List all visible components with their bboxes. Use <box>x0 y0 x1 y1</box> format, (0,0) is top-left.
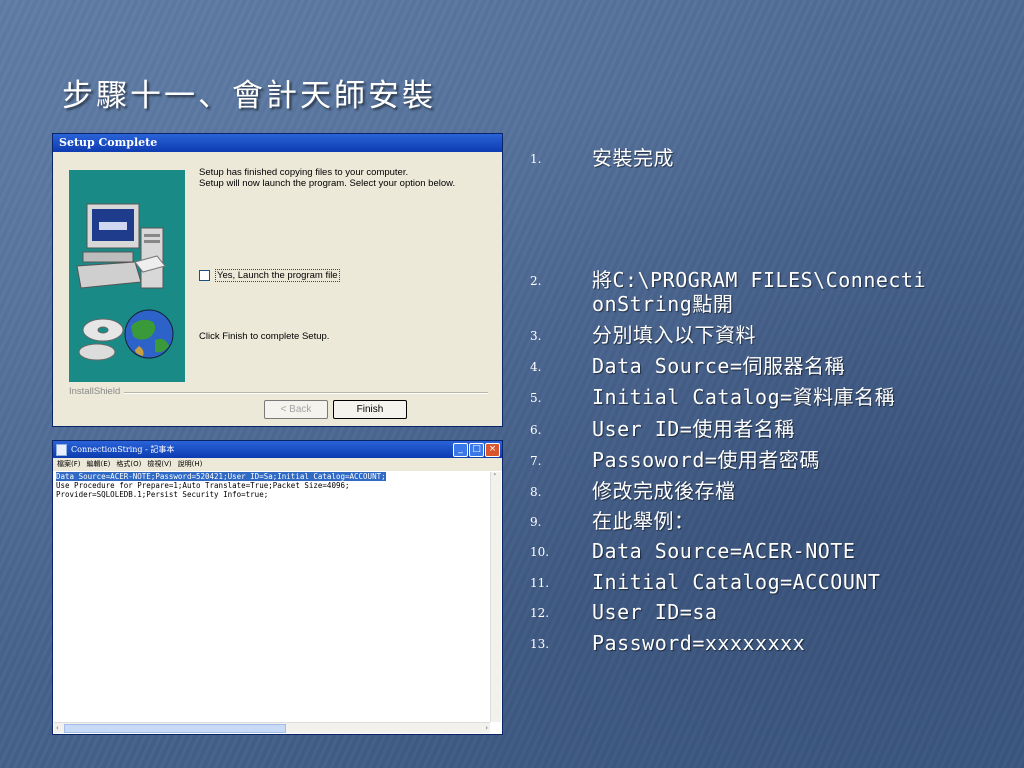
menu-file[interactable]: 檔案(F) <box>57 458 81 471</box>
step-number: 7. <box>530 454 542 468</box>
finish-instruction: Click Finish to complete Setup. <box>199 331 330 342</box>
text-line[interactable]: Provider=SQLOLEDB.1;Persist Security Inf… <box>56 490 489 499</box>
step-item: 1. 安裝完成 <box>530 146 674 170</box>
vertical-scrollbar[interactable]: ˄ <box>490 472 501 722</box>
setup-complete-dialog: Setup Complete Setup has finished copyin… <box>52 133 503 427</box>
step-item: 8. 修改完成後存檔 <box>530 479 736 503</box>
notepad-titlebar[interactable]: ConnectionString - 記事本 _ □ × <box>53 441 502 458</box>
step-number: 10. <box>530 545 550 559</box>
step-text: Passoword=使用者密碼 <box>592 448 820 472</box>
menu-edit[interactable]: 編輯(E) <box>87 458 111 471</box>
step-item: 12. User ID=sa <box>530 600 717 624</box>
close-icon[interactable]: × <box>485 443 500 457</box>
step-item: 5. Initial Catalog=資料庫名稱 <box>530 385 895 409</box>
step-text: Data Source=伺服器名稱 <box>592 354 845 378</box>
step-text: Password=xxxxxxxx <box>592 631 806 655</box>
notepad-icon <box>56 443 67 456</box>
step-text: 將C:\PROGRAM FILES\ConnectionString點開 <box>592 268 927 316</box>
step-number: 2. <box>530 274 542 288</box>
menu-help[interactable]: 說明(H) <box>178 458 203 471</box>
step-text: 分別填入以下資料 <box>592 323 756 347</box>
step-item: 10. Data Source=ACER-NOTE <box>530 539 855 563</box>
scroll-left-icon[interactable]: ‹ <box>56 724 59 732</box>
setup-dialog-titlebar[interactable]: Setup Complete <box>53 134 502 152</box>
horizontal-scrollbar[interactable]: ‹ › <box>54 722 490 733</box>
menu-format[interactable]: 格式(O) <box>116 458 141 471</box>
menu-view[interactable]: 檢視(V) <box>147 458 171 471</box>
launch-program-label[interactable]: Yes, Launch the program file <box>215 269 340 282</box>
horizontal-scroll-thumb[interactable] <box>64 724 286 733</box>
text-line[interactable]: Data Source=ACER-NOTE;Password=520421;Us… <box>56 472 386 481</box>
step-number: 9. <box>530 515 542 529</box>
slide-title: 步驟十一、會計天師安裝 <box>62 78 436 114</box>
launch-program-option[interactable]: Yes, Launch the program file <box>199 269 340 282</box>
text-line[interactable]: Use Procedure for Prepare=1;Auto Transla… <box>56 481 489 490</box>
step-item: 9. 在此舉例： <box>530 509 695 533</box>
maximize-icon[interactable]: □ <box>469 443 484 457</box>
step-text: Initial Catalog=資料庫名稱 <box>592 385 896 409</box>
step-number: 8. <box>530 485 542 499</box>
step-number: 1. <box>530 152 542 166</box>
step-text: Initial Catalog=ACCOUNT <box>592 570 881 594</box>
step-item: 13. Password=xxxxxxxx <box>530 631 805 655</box>
notepad-menubar: 檔案(F) 編輯(E) 格式(O) 檢視(V) 說明(H) <box>53 458 502 471</box>
finish-button[interactable]: Finish <box>333 400 407 419</box>
step-item: 11. Initial Catalog=ACCOUNT <box>530 570 880 594</box>
back-button[interactable]: < Back <box>264 400 328 419</box>
step-number: 5. <box>530 391 542 405</box>
step-text: 在此舉例： <box>592 509 695 533</box>
step-text: Data Source=ACER-NOTE <box>592 539 856 563</box>
step-text: 修改完成後存檔 <box>592 479 736 503</box>
scroll-up-icon[interactable]: ˄ <box>493 473 497 481</box>
step-item: 4. Data Source=伺服器名稱 <box>530 354 845 378</box>
step-text: User ID=sa <box>592 600 718 624</box>
notepad-text-area[interactable]: Data Source=ACER-NOTE;Password=520421;Us… <box>56 472 489 499</box>
minimize-icon[interactable]: _ <box>453 443 468 457</box>
step-item: 2. 將C:\PROGRAM FILES\ConnectionString點開 <box>530 268 950 316</box>
installshield-divider <box>69 392 488 394</box>
setup-computer-illustration <box>69 170 185 382</box>
notepad-title: ConnectionString - 記事本 <box>71 445 175 454</box>
step-number: 12. <box>530 606 550 620</box>
step-text: User ID=使用者名稱 <box>592 417 795 441</box>
setup-message-line2: Setup will now launch the program. Selec… <box>199 178 456 189</box>
step-number: 6. <box>530 423 542 437</box>
setup-message-line1: Setup has finished copying files to your… <box>199 167 409 178</box>
scroll-right-icon[interactable]: › <box>485 724 488 732</box>
step-item: 6. User ID=使用者名稱 <box>530 417 795 441</box>
launch-program-checkbox[interactable] <box>199 270 210 281</box>
installshield-label: InstallShield <box>69 386 125 397</box>
step-number: 13. <box>530 637 550 651</box>
step-number: 4. <box>530 360 542 374</box>
notepad-window: ConnectionString - 記事本 _ □ × 檔案(F) 編輯(E)… <box>52 440 503 735</box>
step-item: 3. 分別填入以下資料 <box>530 323 756 347</box>
step-number: 3. <box>530 329 542 343</box>
step-text: 安裝完成 <box>592 146 674 170</box>
step-item: 7. Passoword=使用者密碼 <box>530 448 820 472</box>
setup-message: Setup has finished copying files to your… <box>199 167 489 189</box>
step-number: 11. <box>530 576 550 590</box>
